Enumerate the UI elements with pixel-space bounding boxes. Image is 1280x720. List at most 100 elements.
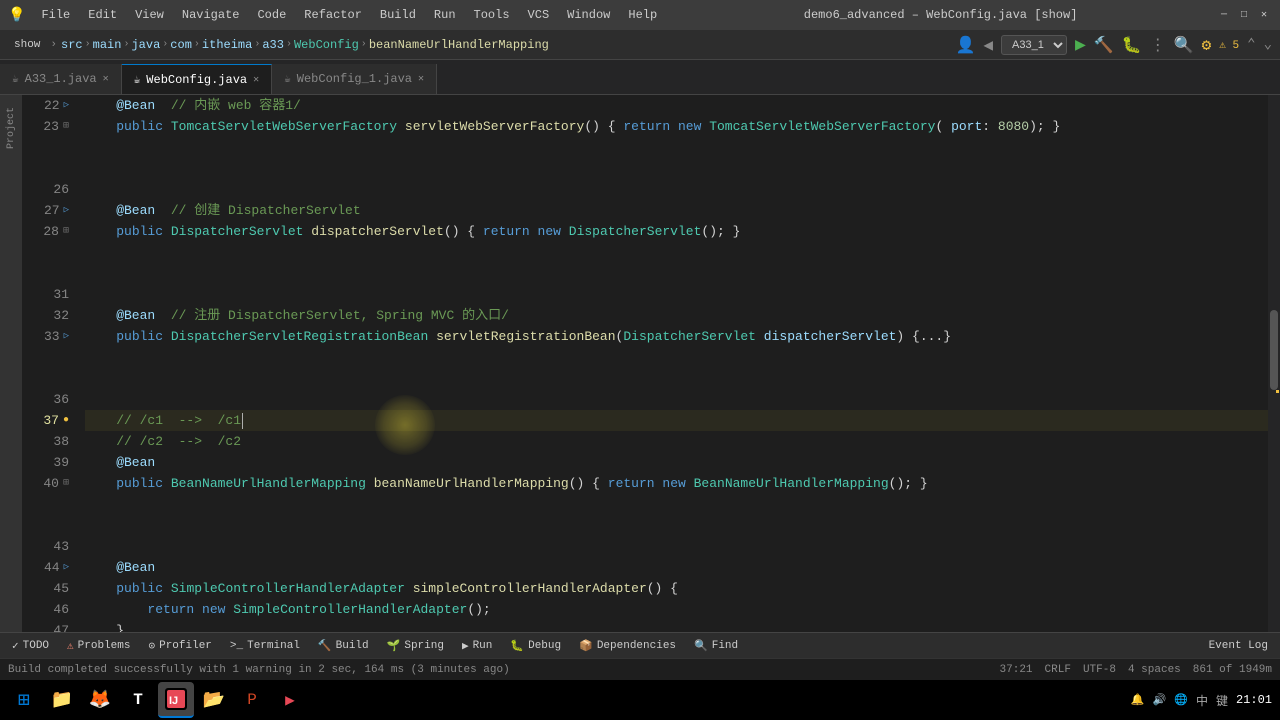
tab-dependencies[interactable]: 📦 Dependencies [571,637,684,655]
code-line-22: @Bean // 内嵌 web 容器1/ [85,95,1268,116]
menu-navigate[interactable]: Navigate [174,6,248,24]
editor-scrollbar[interactable] [1268,95,1280,632]
show-label[interactable]: show [8,37,46,53]
tab-run[interactable]: ▶ Run [454,637,500,655]
tab-find[interactable]: 🔍 Find [686,637,746,655]
run-button[interactable]: ▶ [1075,34,1086,56]
debug-button[interactable]: 🐛 [1122,35,1142,55]
tab-label-a33: A33_1.java [25,72,97,86]
bc-webconfig[interactable]: WebConfig [294,38,359,52]
maximize-button[interactable]: □ [1236,7,1252,23]
build-label: Build [336,640,369,652]
spring-label: Spring [404,640,444,652]
taskbar-file-explorer[interactable]: 📁 [44,682,80,718]
bc-java[interactable]: java [131,38,160,52]
taskbar-intellij[interactable]: IJ [158,682,194,718]
navigation-back[interactable]: ◀ [983,35,993,55]
bc-src[interactable]: src [61,38,83,52]
code-container[interactable]: 22▷ 23⊞ 26 27▷ 28⊞ 31 32 33▷ 36 37● 38 3… [22,95,1280,632]
tab-spring[interactable]: 🌱 Spring [379,637,452,655]
cursor-position[interactable]: 37:21 [1000,664,1033,676]
tab-profiler[interactable]: ⊙ Profiler [140,637,219,655]
tab-close-webconfig1[interactable]: ✕ [418,73,424,85]
scrollbar-thumb[interactable] [1270,310,1278,390]
gutter-fold-23[interactable]: ⊞ [63,116,69,137]
tab-todo[interactable]: ✓ TODO [4,637,57,655]
problems-label: Problems [78,640,131,652]
bc-main[interactable]: main [93,38,122,52]
expand-icon[interactable]: ⌃ [1247,36,1255,53]
gutter-fold-40[interactable]: ⊞ [63,473,69,494]
collapse-icon[interactable]: ⌄ [1264,36,1272,53]
bottom-toolbar: ✓ TODO ⚠ Problems ⊙ Profiler >_ Terminal… [0,632,1280,658]
breadcrumb: src › main › java › com › itheima › a33 … [61,38,549,52]
build-button[interactable]: 🔨 [1094,35,1114,55]
bc-a33[interactable]: a33 [262,38,284,52]
gutter-fold-28[interactable]: ⊞ [63,221,69,242]
code-content[interactable]: @Bean // 内嵌 web 容器1/ public TomcatServle… [77,95,1268,632]
menu-edit[interactable]: Edit [80,6,125,24]
search-icon[interactable]: 🔍 [1174,35,1194,55]
tab-webconfig[interactable]: ☕ WebConfig.java ✕ [122,64,272,94]
start-button[interactable]: ⊞ [8,684,40,716]
network-icon[interactable]: 🌐 [1174,693,1188,707]
settings-icon[interactable]: ⚙ [1202,35,1212,55]
close-button[interactable]: ✕ [1256,7,1272,23]
tab-webconfig1[interactable]: ☕ WebConfig_1.java ✕ [272,64,437,94]
profiler-label: Profiler [159,640,212,652]
gutter-arrow-27: ▷ [64,200,69,221]
bc-com[interactable]: com [170,38,192,52]
menu-help[interactable]: Help [620,6,665,24]
taskbar-text-editor[interactable]: T [120,682,156,718]
tab-close-webconfig[interactable]: ✕ [253,74,259,86]
menu-tools[interactable]: Tools [466,6,518,24]
menu-view[interactable]: View [127,6,172,24]
tab-build[interactable]: 🔨 Build [310,637,377,655]
input-method-icon[interactable]: 键 [1216,692,1228,709]
gutter-warning-37[interactable]: ● [63,410,69,431]
minimize-button[interactable]: ─ [1216,7,1232,23]
menu-window[interactable]: Window [559,6,618,24]
branch-selector[interactable]: A33_1 [1001,35,1067,55]
find-label: Find [712,640,738,652]
encoding[interactable]: UTF-8 [1083,664,1116,676]
tab-terminal[interactable]: >_ Terminal [222,638,308,654]
taskbar-firefox[interactable]: 🦊 [82,682,118,718]
editor-area[interactable]: 22▷ 23⊞ 26 27▷ 28⊞ 31 32 33▷ 36 37● 38 3… [22,95,1280,632]
spring-icon: 🌱 [387,639,401,653]
terminal-label: Terminal [247,640,300,652]
menu-file[interactable]: File [33,6,78,24]
tab-event-log[interactable]: Event Log [1201,638,1276,654]
gutter-fold-33[interactable]: ▷ [64,326,69,347]
bc-sep3: › [162,39,168,50]
project-label[interactable]: Project [6,107,17,149]
taskbar-media-player[interactable]: ▶ [272,682,308,718]
more-actions-icon[interactable]: ⋮ [1150,35,1166,55]
code-line-39: @Bean [85,452,1268,473]
tab-close-a33[interactable]: ✕ [103,73,109,85]
breadcrumb-sep1: › [50,39,57,51]
notification-icon[interactable]: 🔔 [1131,693,1145,707]
bc-sep7: › [361,39,367,50]
bc-itheima[interactable]: itheima [202,38,252,52]
tab-a33[interactable]: ☕ A33_1.java ✕ [0,64,122,94]
tab-problems[interactable]: ⚠ Problems [59,637,138,655]
menu-build[interactable]: Build [372,6,424,24]
code-line-45: public SimpleControllerHandlerAdapter si… [85,578,1268,599]
indent-size[interactable]: 4 spaces [1128,664,1181,676]
volume-icon[interactable]: 🔊 [1153,693,1167,707]
menu-refactor[interactable]: Refactor [296,6,370,24]
keyboard-icon[interactable]: 中 [1196,692,1208,709]
gutter-fold-44[interactable]: ▷ [64,557,69,578]
code-line-46: return new SimpleControllerHandlerAdapte… [85,599,1268,620]
taskbar-folder[interactable]: 📂 [196,682,232,718]
menu-vcs[interactable]: VCS [520,6,558,24]
line-ending[interactable]: CRLF [1045,664,1071,676]
menu-run[interactable]: Run [426,6,464,24]
code-line-25 [85,158,1268,179]
code-line-28: public DispatcherServlet dispatcherServl… [85,221,1268,242]
taskbar-powerpoint[interactable]: P [234,682,270,718]
menu-code[interactable]: Code [249,6,294,24]
tab-debug[interactable]: 🐛 Debug [502,637,569,655]
bc-method[interactable]: beanNameUrlHandlerMapping [369,38,549,52]
